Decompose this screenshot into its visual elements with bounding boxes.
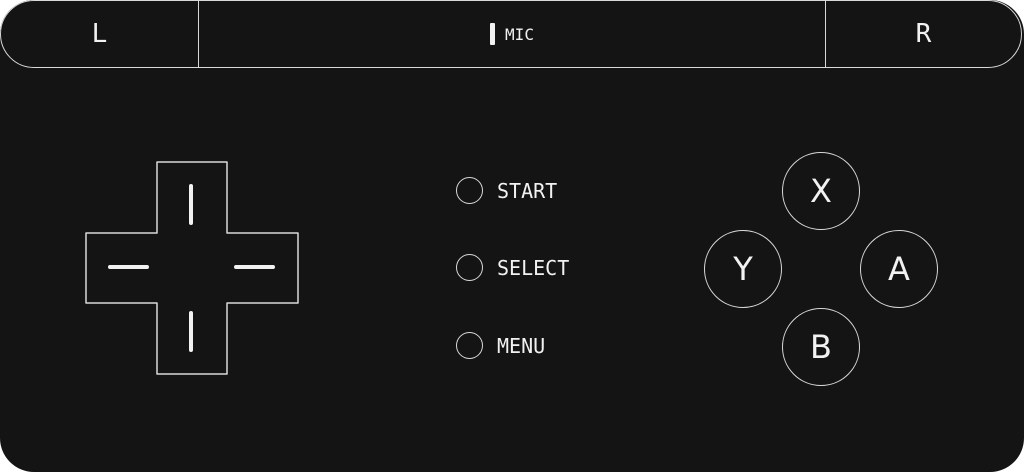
menu-button[interactable]: MENU xyxy=(456,332,545,359)
dpad xyxy=(85,161,299,375)
x-button[interactable]: X xyxy=(782,152,860,230)
start-button[interactable]: START xyxy=(456,177,557,204)
menu-button-label: MENU xyxy=(497,333,546,358)
gamepad: L MIC R START SELECT MENU X Y A B xyxy=(0,0,1024,472)
shoulder-bar: L MIC R xyxy=(0,0,1022,68)
a-button[interactable]: A xyxy=(860,230,938,308)
select-button[interactable]: SELECT xyxy=(456,254,569,281)
l-shoulder-button[interactable]: L xyxy=(1,1,199,67)
mic-indicator: MIC xyxy=(199,1,825,67)
mic-label: MIC xyxy=(505,24,534,44)
mic-level-bar xyxy=(490,23,496,45)
select-button-label: SELECT xyxy=(497,255,570,280)
start-button-circle xyxy=(456,177,483,204)
b-button[interactable]: B xyxy=(782,308,860,386)
y-button[interactable]: Y xyxy=(704,230,782,308)
r-shoulder-button[interactable]: R xyxy=(825,1,1021,67)
menu-button-circle xyxy=(456,332,483,359)
start-button-label: START xyxy=(497,178,558,203)
select-button-circle xyxy=(456,254,483,281)
